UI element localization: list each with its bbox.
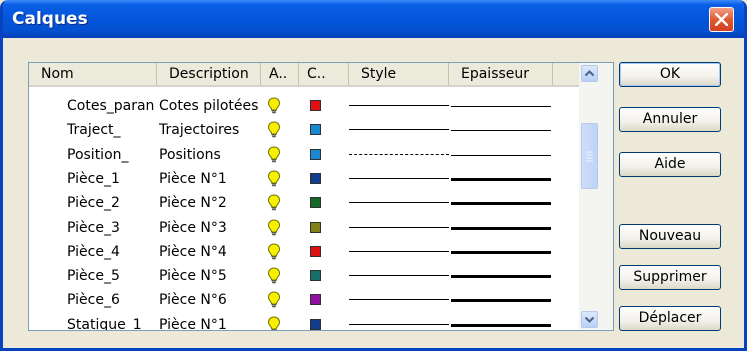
- lightbulb-icon[interactable]: [267, 267, 281, 285]
- table-row[interactable]: Pièce_6 Pièce N°6: [29, 287, 579, 313]
- table-row[interactable]: Pièce_2 Pièce N°2: [29, 190, 579, 216]
- layer-description: Pièce N°4: [159, 243, 227, 260]
- lightbulb-icon[interactable]: [267, 97, 281, 115]
- layers-list[interactable]: Nom Description A.. C.. Style Epaisseur …: [28, 62, 614, 331]
- layer-description: Pièce N°5: [159, 268, 227, 285]
- layer-name: Pièce_6: [67, 292, 120, 309]
- layer-description: Trajectoires: [159, 122, 240, 139]
- lightbulb-icon[interactable]: [267, 121, 281, 139]
- layer-name: Pièce_5: [67, 268, 120, 285]
- layer-name: Cotes_paran: [67, 98, 155, 114]
- line-style-sample[interactable]: [349, 177, 449, 179]
- help-button[interactable]: Aide: [619, 152, 721, 177]
- layer-description: Pièce N°1: [159, 170, 227, 187]
- lightbulb-icon[interactable]: [267, 243, 281, 261]
- line-style-sample[interactable]: [349, 153, 449, 155]
- line-thickness-sample[interactable]: [451, 250, 551, 254]
- line-thickness-sample[interactable]: [451, 154, 551, 156]
- layer-name: Pièce_2: [67, 195, 120, 212]
- layer-description: Pièce N°6: [159, 292, 227, 309]
- scroll-down-button[interactable]: [581, 311, 598, 328]
- layer-description: Cotes pilotées: [159, 98, 259, 114]
- line-style-sample[interactable]: [349, 299, 449, 301]
- line-thickness-sample[interactable]: [451, 202, 551, 206]
- column-header-color[interactable]: C..: [299, 63, 349, 85]
- lightbulb-icon[interactable]: [267, 291, 281, 309]
- layer-name: Statique_1: [67, 316, 142, 331]
- lightbulb-icon[interactable]: [267, 218, 281, 237]
- layer-description: Pièce N°3: [159, 219, 227, 236]
- line-thickness-sample[interactable]: [451, 226, 551, 230]
- color-swatch[interactable]: [310, 245, 321, 257]
- layer-description: Pièce N°1: [159, 316, 227, 331]
- delete-layer-button[interactable]: Supprimer: [619, 265, 721, 290]
- line-style-sample[interactable]: [349, 323, 449, 325]
- scroll-up-button[interactable]: [581, 65, 598, 82]
- vertical-scrollbar[interactable]: [579, 63, 613, 330]
- line-style-sample[interactable]: [349, 105, 449, 106]
- cancel-button[interactable]: Annuler: [619, 107, 721, 132]
- lightbulb-icon[interactable]: [267, 146, 281, 164]
- line-style-sample[interactable]: [349, 226, 449, 228]
- color-swatch[interactable]: [310, 100, 321, 111]
- table-row[interactable]: Statique_1 Pièce N°1: [29, 312, 579, 331]
- table-row[interactable]: Pièce_1 Pièce N°1: [29, 166, 579, 192]
- color-swatch[interactable]: [310, 148, 321, 160]
- scroll-up-arrow-icon: [584, 70, 595, 77]
- layer-name: Pièce_4: [67, 243, 120, 260]
- table-row[interactable]: Position_ Positions: [29, 142, 579, 168]
- layer-name: Traject_: [67, 122, 121, 139]
- table-row[interactable]: Pièce_4 Pièce N°4: [29, 239, 579, 265]
- column-header-active[interactable]: A..: [261, 63, 299, 85]
- dialog-title: Calques: [12, 9, 88, 29]
- lightbulb-icon[interactable]: [267, 316, 281, 330]
- line-style-sample[interactable]: [349, 275, 449, 277]
- line-thickness-sample[interactable]: [451, 275, 551, 279]
- layers-dialog: Calques Nom Description A.. C.. Style Ep…: [0, 0, 747, 351]
- column-header-style[interactable]: Style: [349, 63, 449, 85]
- line-thickness-sample[interactable]: [451, 323, 551, 327]
- move-layer-button[interactable]: Déplacer: [619, 306, 721, 331]
- list-header: Nom Description A.. C.. Style Epaisseur: [29, 63, 579, 87]
- line-thickness-sample[interactable]: [451, 106, 551, 107]
- line-thickness-sample[interactable]: [451, 299, 551, 303]
- column-header-thickness[interactable]: Epaisseur: [449, 63, 553, 85]
- line-thickness-sample[interactable]: [451, 177, 551, 181]
- layer-name: Pièce_3: [67, 219, 120, 236]
- lightbulb-icon[interactable]: [267, 194, 281, 212]
- layer-description: Pièce N°2: [159, 195, 227, 212]
- layer-name: Position_: [67, 146, 129, 163]
- color-swatch[interactable]: [310, 221, 321, 233]
- column-header-nom[interactable]: Nom: [29, 63, 157, 85]
- lightbulb-icon[interactable]: [267, 170, 281, 188]
- new-layer-button[interactable]: Nouveau: [619, 224, 721, 249]
- ok-button[interactable]: OK: [619, 62, 721, 87]
- title-bar: Calques: [3, 0, 744, 38]
- layer-description: Positions: [159, 146, 221, 163]
- table-row[interactable]: Pièce_3 Pièce N°3: [29, 215, 579, 241]
- scroll-down-arrow-icon: [584, 316, 595, 323]
- color-swatch[interactable]: [310, 270, 321, 282]
- column-header-description[interactable]: Description: [157, 63, 261, 85]
- line-style-sample[interactable]: [349, 129, 449, 131]
- color-swatch[interactable]: [310, 197, 321, 209]
- color-swatch[interactable]: [310, 318, 321, 330]
- grip-icon: [586, 151, 593, 162]
- line-thickness-sample[interactable]: [451, 130, 551, 132]
- line-style-sample[interactable]: [349, 250, 449, 252]
- layer-name: Pièce_1: [67, 170, 120, 187]
- scroll-thumb[interactable]: [581, 123, 598, 189]
- close-icon: [715, 13, 728, 26]
- color-swatch[interactable]: [310, 124, 321, 136]
- color-swatch[interactable]: [310, 172, 321, 184]
- color-swatch[interactable]: [310, 294, 321, 306]
- table-row[interactable]: Traject_ Trajectoires: [29, 117, 579, 143]
- line-style-sample[interactable]: [349, 202, 449, 204]
- table-row[interactable]: Cotes_paran Cotes pilotées: [29, 93, 579, 119]
- table-row[interactable]: Pièce_5 Pièce N°5: [29, 263, 579, 289]
- close-button[interactable]: [709, 7, 734, 32]
